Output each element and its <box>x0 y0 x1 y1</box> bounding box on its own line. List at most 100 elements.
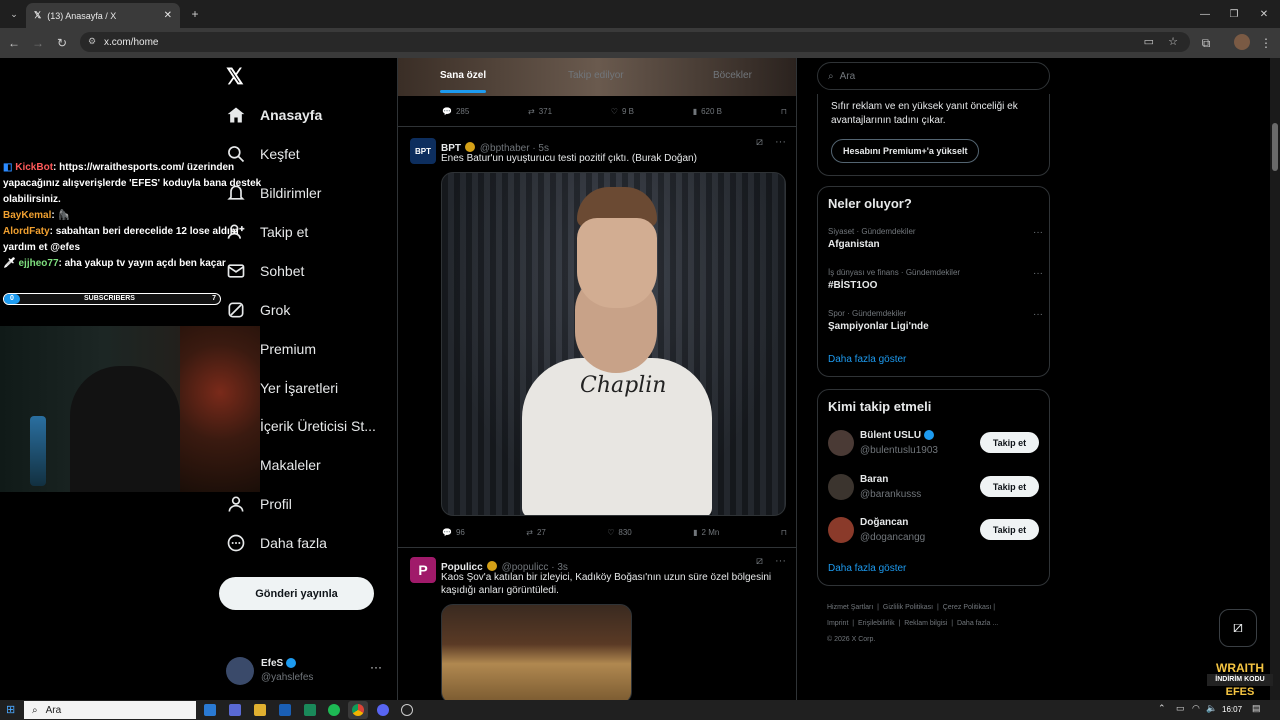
chat-message: BayKemal: 🦍 <box>3 208 262 224</box>
reply-button[interactable]: 💬 285 <box>442 107 469 116</box>
copilot-app-icon[interactable] <box>229 704 241 716</box>
scrollbar-thumb[interactable] <box>1272 123 1278 171</box>
restore-icon[interactable]: ❐ <box>1224 4 1244 24</box>
post-video-thumbnail[interactable] <box>441 604 632 700</box>
follow-button[interactable]: Takip et <box>980 432 1039 453</box>
webcam-feed <box>0 326 260 492</box>
post-image[interactable]: Chaplin <box>441 172 786 516</box>
avatar <box>828 430 854 456</box>
repost-button[interactable]: ⇄ 27 <box>526 528 546 537</box>
views-button[interactable]: ▮ 2 Mn <box>693 528 719 537</box>
close-tab-icon[interactable]: ✕ <box>164 10 172 21</box>
bookmark-star-icon[interactable]: ☆ <box>1168 35 1178 48</box>
bookmark-button[interactable]: ⊓ <box>781 107 787 116</box>
avatar[interactable]: BPT <box>410 138 436 164</box>
reload-icon[interactable]: ↻ <box>52 33 72 53</box>
grok-explain-icon[interactable]: ⧄ <box>756 555 763 568</box>
follow-button[interactable]: Takip et <box>980 476 1039 497</box>
avatar[interactable]: P <box>410 557 436 583</box>
grok-explain-icon[interactable]: ⧄ <box>756 136 763 149</box>
tab-list-icon[interactable]: ⌄ <box>4 4 24 24</box>
search-input[interactable]: ⌕ Ara <box>817 62 1050 90</box>
taskbar-search[interactable]: ⌕ Ara <box>24 701 196 719</box>
grok-floating-button[interactable]: ⧄ <box>1219 609 1257 647</box>
footer-link[interactable]: Hizmet Şartları <box>827 604 873 611</box>
post-more-icon[interactable]: ··· <box>775 136 786 148</box>
like-button[interactable]: ♡ 9 B <box>611 107 634 116</box>
like-button[interactable]: ♡ 830 <box>607 528 632 537</box>
sidebar-item-label: Daha fazla <box>260 535 327 551</box>
repost-button[interactable]: ⇄ 371 <box>528 107 552 116</box>
address-bar[interactable]: ⚙ x.com/home ▭ ☆ <box>80 32 1190 52</box>
account-switcher[interactable]: EfeS @yahslefes ··· <box>226 656 396 686</box>
footer-link[interactable]: Çerez Politikası <box>943 604 992 611</box>
footer-link[interactable]: Gizlilik Politikası <box>883 604 933 611</box>
chat-message: 🗡 ejjheo77: aha yakup tv yayın açdı ben … <box>3 256 262 272</box>
footer-link[interactable]: Erişilebilirlik <box>858 620 895 627</box>
back-icon[interactable]: ← <box>4 33 24 53</box>
outlook-app-icon[interactable] <box>279 704 291 716</box>
post-button[interactable]: Gönderi yayınla <box>219 577 374 610</box>
tab-following[interactable]: Takip edilyor <box>568 70 624 81</box>
follow-suggestion[interactable]: Doğancan @dogancangg Takip et <box>818 515 1049 551</box>
bookmark-button[interactable]: ⊓ <box>781 528 787 537</box>
post-more-icon[interactable]: ··· <box>775 555 786 567</box>
tray-chevron-icon[interactable]: ⌃ <box>1158 703 1166 714</box>
follow-suggestion[interactable]: Baran @barankusss Takip et <box>818 472 1049 508</box>
wifi-icon[interactable]: ◠ <box>1192 703 1200 714</box>
sidebar-item-profile[interactable]: Profil <box>226 489 292 519</box>
minimize-icon[interactable]: — <box>1195 4 1215 24</box>
explorer-app-icon[interactable] <box>254 704 266 716</box>
footer-link[interactable]: Imprint <box>827 620 848 627</box>
discord-app-icon[interactable] <box>377 704 389 716</box>
browser-tab[interactable]: 𝕏 (13) Anasayfa / X ✕ <box>26 3 180 28</box>
menu-icon[interactable]: ⋮ <box>1256 33 1276 53</box>
notifications-icon[interactable]: ▤ <box>1252 703 1261 714</box>
obs-app-icon[interactable] <box>401 704 413 716</box>
premium-upgrade-button[interactable]: Hesabını Premium+'a yükselt <box>831 139 980 163</box>
sidebar-item-home[interactable]: Anasayfa <box>226 100 322 130</box>
footer-link[interactable]: Reklam bilgisi <box>904 620 947 627</box>
user-name: Baran <box>860 474 889 485</box>
new-tab-icon[interactable]: + <box>185 4 205 24</box>
sidebar-item-label: Keşfet <box>260 146 300 162</box>
start-icon[interactable]: ⊞ <box>6 703 15 716</box>
edge-app-icon[interactable] <box>204 704 216 716</box>
streamer <box>70 366 180 492</box>
trend-more-icon[interactable]: ··· <box>1033 268 1043 279</box>
clock[interactable]: 16:07 <box>1222 705 1242 714</box>
extensions-icon[interactable]: ⧉ <box>1196 33 1216 53</box>
forward-icon[interactable]: → <box>28 33 48 53</box>
sidebar-item-label: Profil <box>260 496 292 512</box>
follow-button[interactable]: Takip et <box>980 519 1039 540</box>
views-button[interactable]: ▮ 620 B <box>693 107 722 116</box>
network-icon[interactable]: ▭ <box>1176 703 1185 714</box>
subscribers-label: SUBSCRIBERS <box>84 295 135 302</box>
search-icon: ⌕ <box>32 704 38 716</box>
trend-item[interactable]: İş dünyası ve finans · Gündemdekiler #Bİ… <box>828 268 1043 291</box>
footer-link[interactable]: Daha fazla ... <box>957 620 998 627</box>
spotify-app-icon[interactable] <box>328 704 340 716</box>
cast-icon[interactable]: ▭ <box>1144 35 1154 48</box>
reply-button[interactable]: 💬 96 <box>442 528 465 537</box>
store-app-icon[interactable] <box>304 704 316 716</box>
x-logo-icon[interactable]: 𝕏 <box>226 64 244 90</box>
show-more-follow-link[interactable]: Daha fazla göster <box>828 563 906 574</box>
follow-suggestion[interactable]: Bülent USLU @bulentuslu1903 Takip et <box>818 428 1049 464</box>
trends-title: Neler oluyor? <box>828 196 912 211</box>
volume-icon[interactable]: 🔈 <box>1206 703 1217 714</box>
trend-item[interactable]: Siyaset · Gündemdekiler Afganistan ··· <box>828 227 1043 250</box>
profile-avatar[interactable] <box>1234 34 1250 50</box>
sidebar-item-more[interactable]: Daha fazla <box>226 528 327 558</box>
scrollbar[interactable] <box>1270 58 1280 700</box>
trend-more-icon[interactable]: ··· <box>1033 309 1043 320</box>
trend-more-icon[interactable]: ··· <box>1033 227 1043 238</box>
tab-for-you[interactable]: Sana özel <box>440 70 486 81</box>
trend-item[interactable]: Spor · Gündemdekiler Şampiyonlar Ligi'nd… <box>828 309 1043 332</box>
account-more-icon[interactable]: ··· <box>370 660 382 674</box>
site-info-icon[interactable]: ⚙ <box>88 36 96 47</box>
tab-custom[interactable]: Böcekler <box>713 70 752 81</box>
show-more-trends-link[interactable]: Daha fazla göster <box>828 354 906 365</box>
close-window-icon[interactable]: ✕ <box>1254 4 1274 24</box>
sidebar-item-label: Anasayfa <box>260 107 323 123</box>
